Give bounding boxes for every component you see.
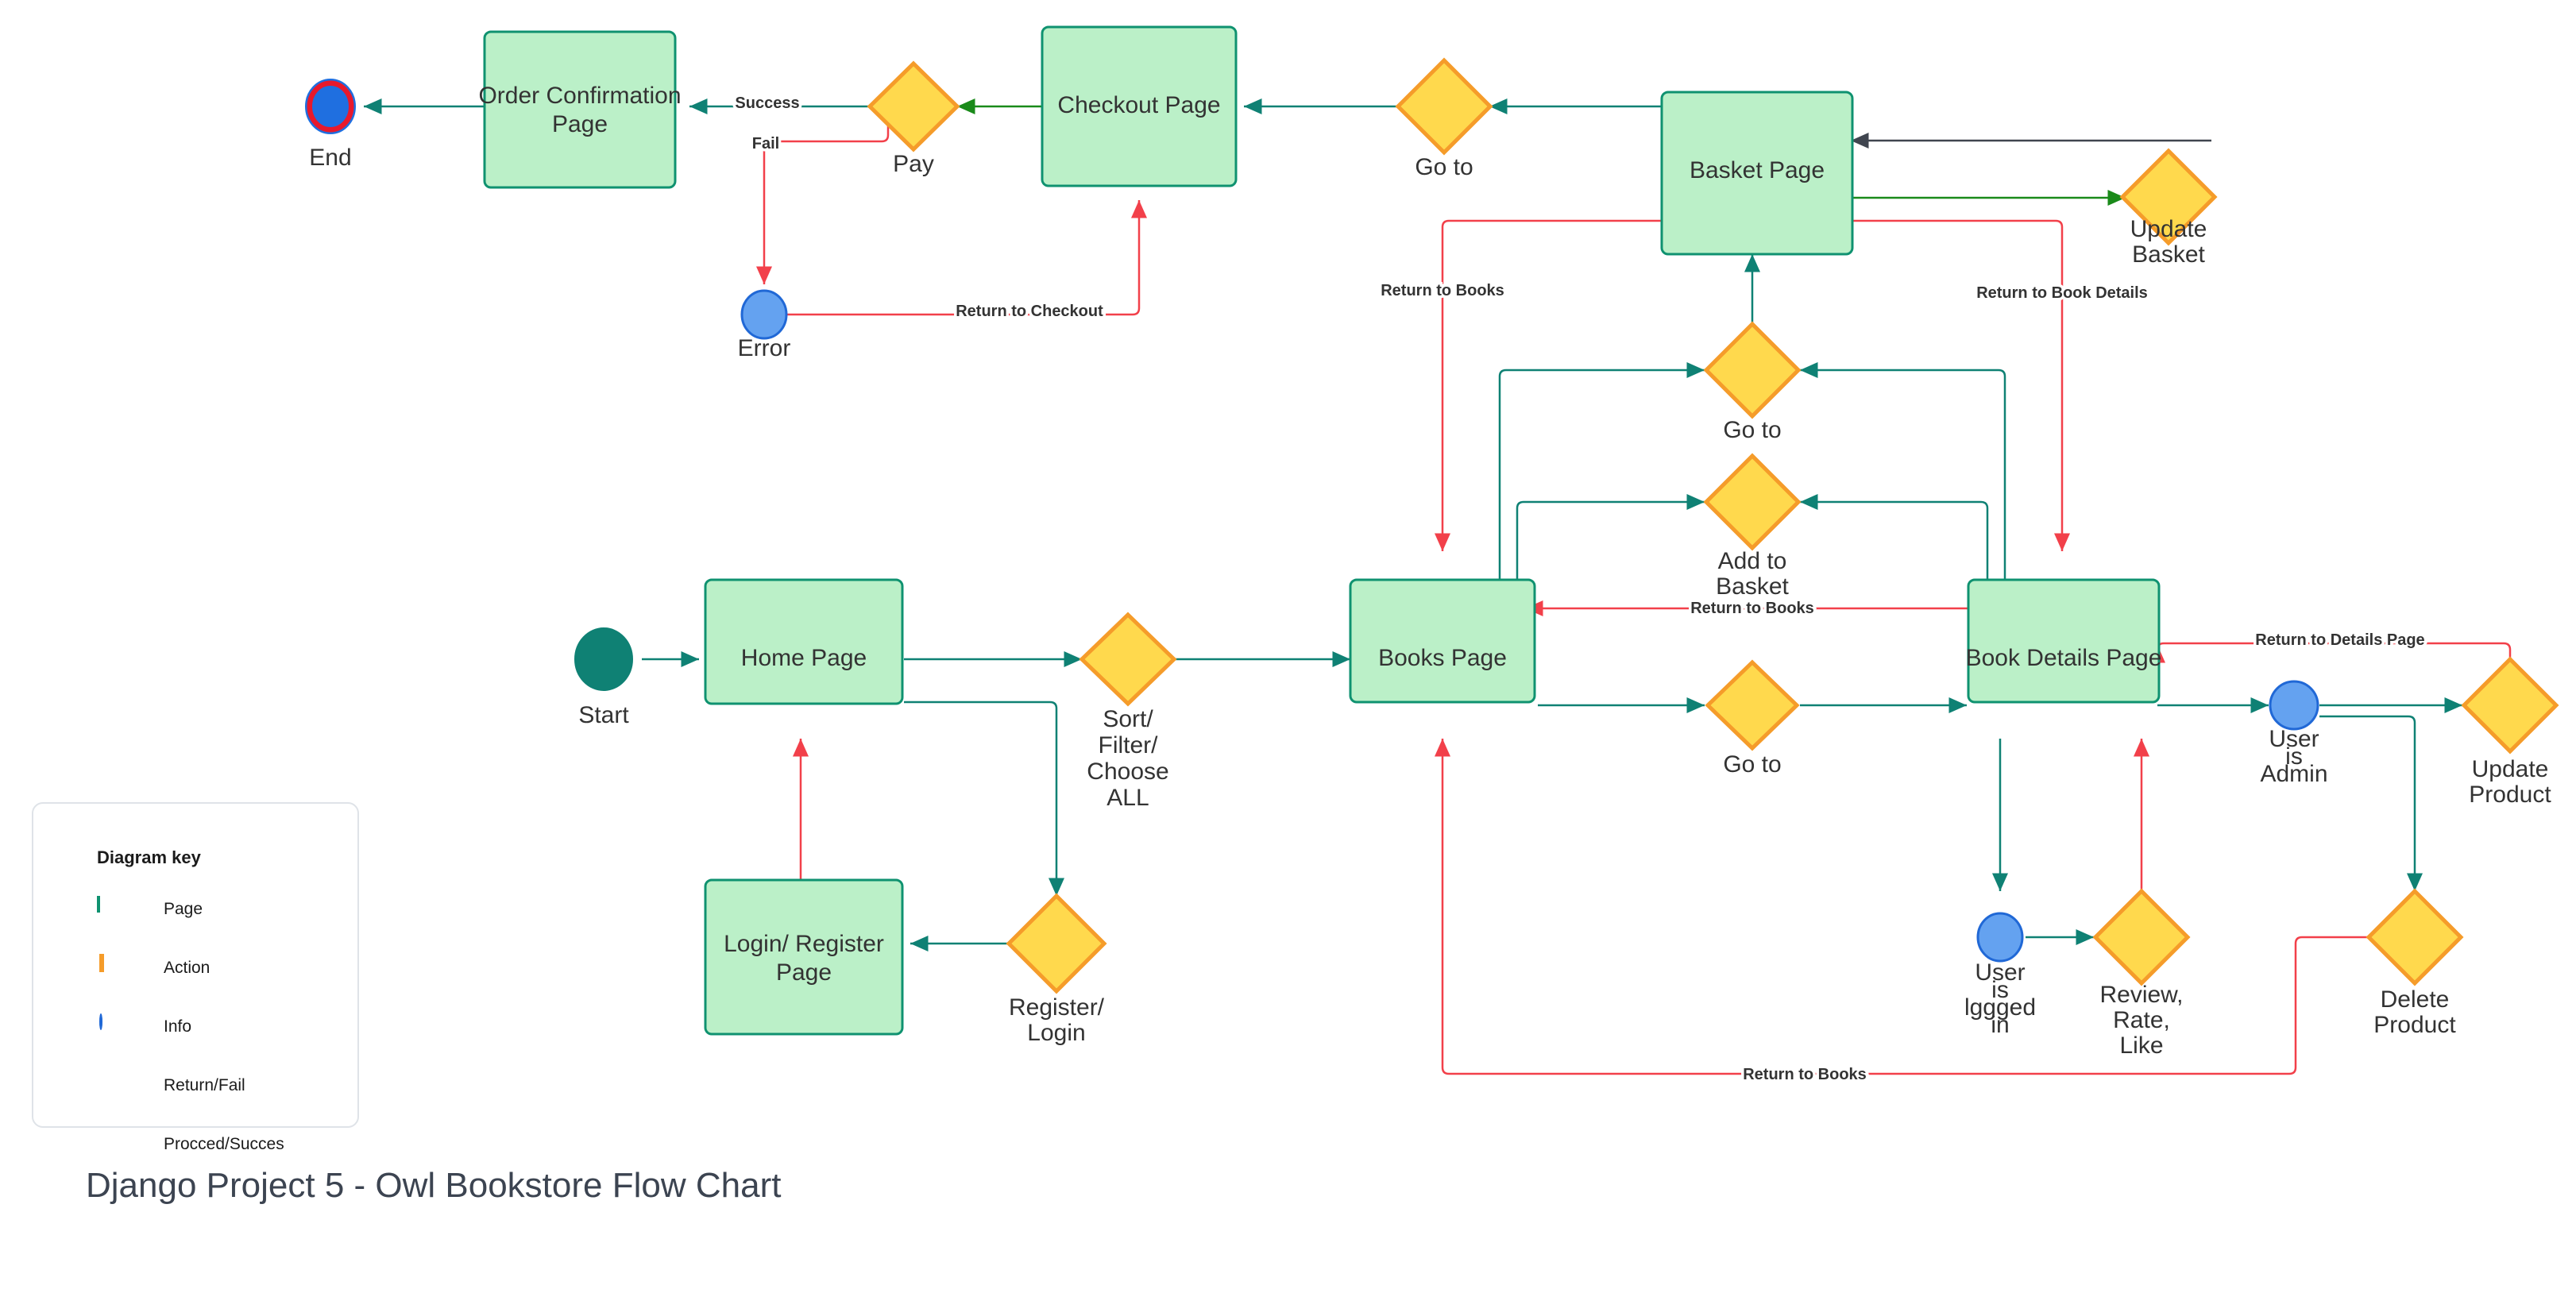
edge-label-return-to-checkout: Return to Checkout: [956, 303, 1103, 320]
edge-pay-to-error: [756, 124, 890, 284]
edge-book-details-to-goto2: [1800, 362, 2006, 580]
edge-label-return-to-details-page: Return to Details Page: [2255, 631, 2424, 649]
edge-user-admin-to-delete-product: [2319, 715, 2423, 891]
node-delete-product-label-2: Product: [2373, 1012, 2456, 1038]
node-review-rate-label-2: Rate,: [2113, 1007, 2170, 1033]
action-swatch-icon: [97, 954, 127, 980]
node-add-to-basket-label-2: Basket: [1716, 573, 1789, 600]
edge-books-to-goto2: [1498, 362, 1705, 580]
page-swatch-icon: [97, 896, 127, 921]
node-checkout-label: Checkout Page: [1057, 92, 1220, 118]
procced-succes-swatch-icon: [97, 1133, 127, 1156]
node-sort-filter-label-2: Filter/: [1099, 732, 1159, 758]
node-books-page[interactable]: [1349, 578, 1536, 704]
legend-label-info: Info: [164, 1017, 192, 1036]
node-basket-label: Basket Page: [1690, 157, 1825, 183]
node-pay-action[interactable]: [867, 60, 960, 152]
node-book-details-label: Book Details Page: [1966, 645, 2162, 671]
node-book-details-page[interactable]: [1967, 578, 2161, 704]
node-register-login-label-1: Register/: [1009, 994, 1105, 1021]
edge-label-return-to-book-details: Return to Book Details: [1976, 284, 2148, 302]
node-goto-details-label: Go to: [1723, 751, 1781, 778]
node-start-label: Start: [578, 702, 629, 728]
node-user-is-logged-in-info[interactable]: [1976, 912, 2024, 963]
node-add-to-basket-label-1: Add to: [1718, 548, 1787, 574]
node-user-is-admin-label-3: Admin: [2260, 761, 2327, 787]
edge-label-fail: Fail: [752, 135, 779, 152]
node-register-login-action[interactable]: [1006, 893, 1107, 994]
return-fail-swatch-icon: [97, 1074, 127, 1098]
node-sort-filter-label-1: Sort/: [1103, 706, 1153, 732]
flowchart-svg: End Order Confirmation Page Pay Error Ch…: [305, 25, 2559, 1087]
edge-label-return-to-books-bottom: Return to Books: [1743, 1066, 1867, 1083]
node-error-label: Error: [738, 335, 791, 361]
node-add-to-basket-action[interactable]: [1703, 453, 1802, 551]
legend-item-info: Info: [97, 1013, 192, 1039]
node-order-confirmation-label-1: Order Confirmation: [478, 83, 681, 109]
node-goto-basket-label: Go to: [1415, 154, 1473, 180]
node-login-register-page[interactable]: [704, 878, 904, 1036]
node-login-register-label-1: Login/ Register: [724, 931, 884, 957]
edge-error-to-checkout: [786, 200, 1147, 316]
node-update-product-label-2: Product: [2469, 782, 2551, 808]
node-goto-details-action[interactable]: [1705, 659, 1800, 751]
node-error-info[interactable]: [740, 289, 788, 340]
edge-label-success: Success: [735, 95, 799, 112]
node-start[interactable]: [574, 627, 633, 691]
flowchart-canvas: End Order Confirmation Page Pay Error Ch…: [0, 0, 2576, 1293]
node-review-rate-label-1: Review,: [2099, 982, 2183, 1008]
node-goto-basket-action[interactable]: [1395, 57, 1493, 156]
legend-item-return-fail: Return/Fail: [97, 1074, 245, 1098]
node-goto-basket2-action[interactable]: [1703, 321, 1802, 419]
node-books-label: Books Page: [1378, 645, 1507, 671]
edge-book-details-to-add-basket: [1800, 494, 1989, 580]
node-update-product-label-1: Update: [2472, 756, 2549, 782]
edge-label-return-to-books-top: Return to Books: [1381, 282, 1504, 299]
node-delete-product-action[interactable]: [2366, 888, 2464, 986]
node-goto-basket2-label: Go to: [1723, 417, 1781, 443]
node-end-label: End: [309, 145, 351, 171]
node-home-label: Home Page: [741, 645, 867, 671]
diagram-key-panel: Diagram key Page Action Info Return/Fail…: [32, 802, 359, 1153]
node-pay-label: Pay: [893, 151, 934, 177]
node-delete-product-label-1: Delete: [2381, 986, 2450, 1013]
node-review-rate-like-action[interactable]: [2092, 888, 2191, 986]
edge-home-to-register-login: [904, 701, 1064, 896]
edge-delete-product-to-books: [1435, 739, 2367, 1075]
info-swatch-icon: [97, 1013, 127, 1039]
legend-item-action: Action: [97, 954, 210, 980]
node-user-logged-label-4: in: [1991, 1012, 2009, 1038]
chart-title: Django Project 5 - Owl Bookstore Flow Ch…: [86, 1166, 782, 1205]
node-user-is-admin-info[interactable]: [2269, 680, 2319, 731]
legend-label-action: Action: [164, 959, 210, 977]
legend-label-return-fail: Return/Fail: [164, 1076, 245, 1094]
diagram-key-heading: Diagram key: [97, 847, 201, 867]
node-order-confirmation-page[interactable]: [483, 30, 677, 189]
node-update-basket-label-1: Update: [2130, 216, 2207, 242]
node-sort-filter-label-3: Choose: [1087, 758, 1168, 785]
node-end[interactable]: [305, 79, 356, 134]
node-update-product-action[interactable]: [2461, 656, 2559, 755]
legend-item-procced-succes: Procced/Succes: [97, 1133, 284, 1156]
legend-label-procced-succes: Procced/Succes: [164, 1135, 284, 1153]
legend-label-page: Page: [164, 900, 203, 918]
node-home-page[interactable]: [704, 578, 904, 705]
node-sort-filter-action[interactable]: [1079, 612, 1177, 707]
node-update-basket-label-2: Basket: [2132, 241, 2205, 268]
edge-label-return-to-books-mid: Return to Books: [1690, 600, 1814, 617]
node-sort-filter-label-4: ALL: [1106, 785, 1149, 811]
node-order-confirmation-label-2: Page: [552, 111, 608, 137]
node-review-rate-label-3: Like: [2119, 1032, 2163, 1059]
edge-books-to-add-basket: [1516, 494, 1705, 580]
node-register-login-label-2: Login: [1027, 1020, 1085, 1046]
node-login-register-label-2: Page: [776, 959, 832, 986]
legend-item-page: Page: [97, 896, 203, 921]
